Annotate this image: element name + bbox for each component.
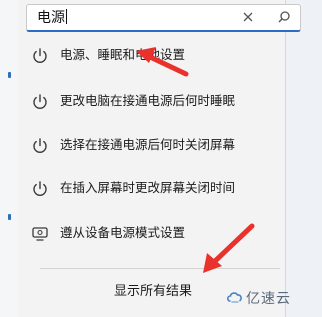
- result-item[interactable]: 选择在接通电源后何时关闭屏幕: [26, 128, 280, 164]
- result-label: 选择在接通电源后何时关闭屏幕: [60, 137, 236, 152]
- result-label: 遵从设备电源模式设置: [60, 225, 186, 240]
- background-window-edge: [0, 0, 18, 317]
- result-label: 电源、睡眠和电池设置: [60, 47, 186, 62]
- search-query: 电源: [37, 10, 65, 26]
- background-indicator: [8, 72, 11, 78]
- result-label: 更改电脑在接通电源后何时睡眠: [60, 93, 236, 108]
- watermark-text: 亿速云: [246, 291, 291, 307]
- text-caret: [66, 9, 67, 24]
- power-icon: [33, 138, 47, 153]
- result-item[interactable]: 电源、睡眠和电池设置: [26, 38, 280, 74]
- result-item[interactable]: 更改电脑在接通电源后何时睡眠: [26, 84, 280, 120]
- cloud-logo-icon: [227, 292, 242, 303]
- power-icon: [33, 48, 47, 63]
- power-icon: [33, 181, 47, 196]
- close-icon[interactable]: [241, 10, 255, 24]
- result-label: 在插入屏幕时更改屏幕关闭时间: [60, 180, 236, 195]
- search-input[interactable]: 电源: [26, 4, 301, 32]
- result-item[interactable]: 在插入屏幕时更改屏幕关闭时间: [26, 171, 280, 207]
- search-panel: 电源 电源、睡眠和电池设置 更改电脑在接通电源后何时睡眠 选择在接通电源后何时关…: [18, 0, 301, 317]
- background-indicator: [8, 214, 11, 220]
- result-item[interactable]: 遵从设备电源模式设置: [26, 216, 280, 252]
- search-icon[interactable]: [277, 10, 291, 24]
- device-power-icon: [32, 227, 48, 241]
- divider: [40, 268, 280, 269]
- power-icon: [33, 94, 47, 109]
- watermark-logo: 亿速云: [226, 287, 322, 309]
